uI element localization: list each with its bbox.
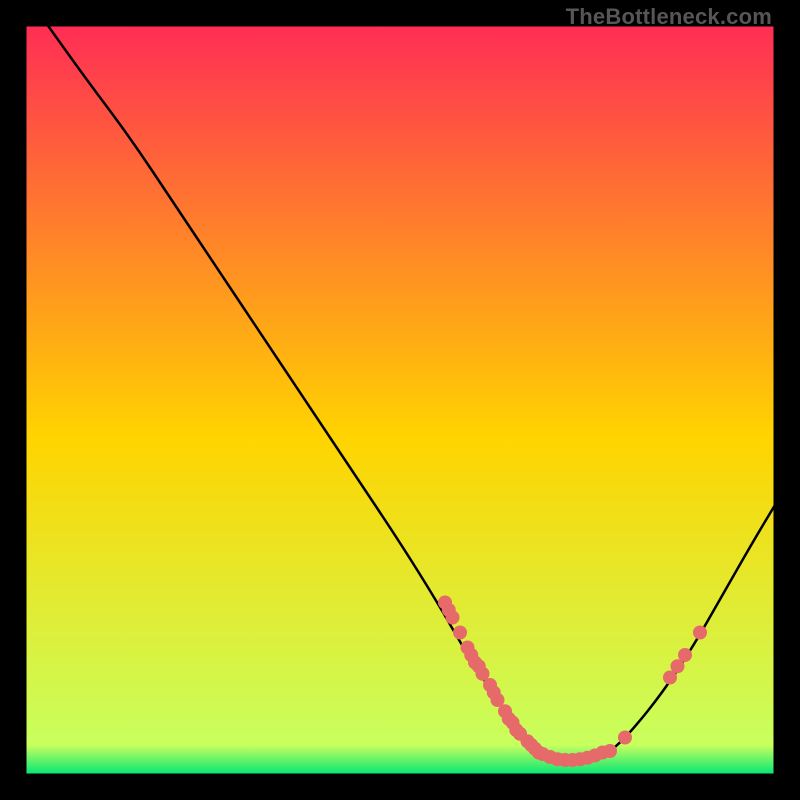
data-point <box>446 611 460 625</box>
watermark-label: TheBottleneck.com <box>566 4 772 30</box>
data-point <box>453 626 467 640</box>
data-point <box>618 731 632 745</box>
bottleneck-curve-chart <box>25 25 775 775</box>
data-point <box>603 744 617 758</box>
data-point <box>678 648 692 662</box>
data-point <box>693 626 707 640</box>
gradient-background <box>25 25 775 775</box>
